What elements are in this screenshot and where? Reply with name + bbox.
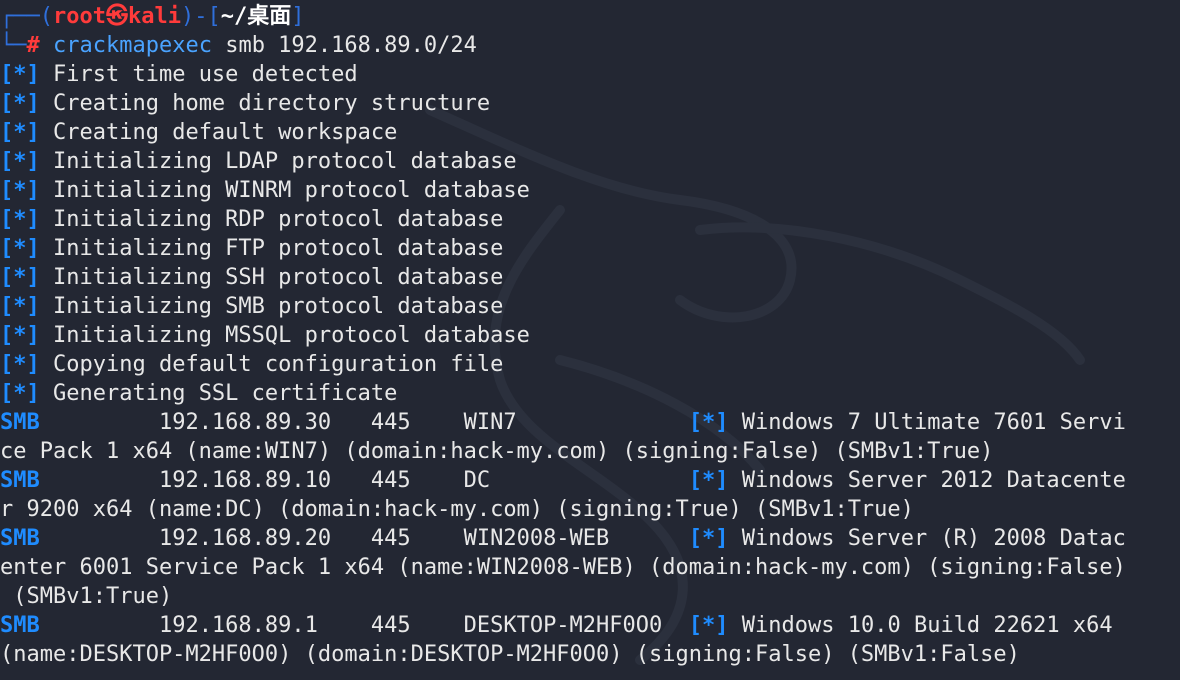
smb-os-info: Windows 7 Ultimate 7601 Servi bbox=[728, 410, 1126, 435]
info-line: [*] Initializing FTP protocol database bbox=[0, 234, 1180, 263]
prompt-at-icon: ㉿ bbox=[105, 4, 128, 29]
info-text: Copying default configuration file bbox=[39, 352, 504, 377]
smb-os-info: Windows Server 2012 Datacente bbox=[728, 468, 1126, 493]
smb-protocol-label: SMB bbox=[0, 410, 40, 435]
prompt-path: ~/桌面 bbox=[220, 4, 292, 29]
smb-host-info: 192.168.89.20 445 WIN2008-WEB bbox=[39, 526, 689, 551]
smb-result-line: SMB 192.168.89.30 445 WIN7 [*] Windows 7… bbox=[0, 408, 1180, 437]
prompt-separator: -[ bbox=[194, 4, 221, 29]
info-text: First time use detected bbox=[39, 62, 358, 87]
info-text: Initializing MSSQL protocol database bbox=[39, 323, 530, 348]
smb-os-info: Windows 10.0 Build 22621 x64 bbox=[728, 613, 1113, 638]
info-line: [*] Creating home directory structure bbox=[0, 89, 1180, 118]
smb-result-wrap: enter 6001 Service Pack 1 x64 (name:WIN2… bbox=[0, 553, 1180, 582]
smb-details: ce Pack 1 x64 (name:WIN7) (domain:hack-m… bbox=[0, 439, 994, 464]
info-marker: [*] bbox=[0, 352, 40, 377]
prompt-corner-top: ┌── bbox=[0, 4, 40, 29]
smb-info-marker: [*] bbox=[688, 410, 729, 435]
info-marker: [*] bbox=[0, 381, 40, 406]
smb-info-marker: [*] bbox=[688, 468, 729, 493]
info-marker: [*] bbox=[0, 265, 40, 290]
info-line: [*] Initializing SSH protocol database bbox=[0, 263, 1180, 292]
smb-details: enter 6001 Service Pack 1 x64 (name:WIN2… bbox=[0, 555, 1126, 580]
smb-info-marker: [*] bbox=[688, 526, 729, 551]
smb-host-info: 192.168.89.30 445 WIN7 bbox=[39, 410, 689, 435]
info-marker: [*] bbox=[0, 236, 40, 261]
info-text: Generating SSL certificate bbox=[39, 381, 398, 406]
info-marker: [*] bbox=[0, 207, 40, 232]
prompt-path-close: ] bbox=[291, 4, 305, 29]
smb-result-line: SMB 192.168.89.20 445 WIN2008-WEB [*] Wi… bbox=[0, 524, 1180, 553]
info-marker: [*] bbox=[0, 294, 40, 319]
smb-host-info: 192.168.89.1 445 DESKTOP-M2HF0O0 bbox=[39, 613, 689, 638]
smb-protocol-label: SMB bbox=[0, 468, 40, 493]
info-text: Initializing LDAP protocol database bbox=[39, 149, 517, 174]
info-text: Initializing WINRM protocol database bbox=[39, 178, 530, 203]
smb-host-info: 192.168.89.10 445 DC bbox=[39, 468, 689, 493]
prompt-hash: # bbox=[26, 33, 40, 58]
info-marker: [*] bbox=[0, 91, 40, 116]
info-marker: [*] bbox=[0, 62, 40, 87]
terminal-output[interactable]: ┌──(root㉿kali)-[~/桌面] └─# crackmapexec sm… bbox=[0, 2, 1180, 669]
smb-result-line: SMB 192.168.89.1 445 DESKTOP-M2HF0O0 [*]… bbox=[0, 611, 1180, 640]
info-line: [*] Initializing SMB protocol database bbox=[0, 292, 1180, 321]
smb-details: (name:DESKTOP-M2HF0O0) (domain:DESKTOP-M… bbox=[0, 642, 1020, 667]
command-program: crackmapexec bbox=[53, 33, 212, 58]
command-line: └─# crackmapexec smb 192.168.89.0/24 bbox=[0, 31, 1180, 60]
info-text: Creating default workspace bbox=[39, 120, 398, 145]
info-text: Initializing SSH protocol database bbox=[39, 265, 504, 290]
info-line: [*] Copying default configuration file bbox=[0, 350, 1180, 379]
smb-result-wrap: (SMBv1:True) bbox=[0, 582, 1180, 611]
info-line: [*] Initializing WINRM protocol database bbox=[0, 176, 1180, 205]
info-line: [*] First time use detected bbox=[0, 60, 1180, 89]
command-space bbox=[40, 33, 53, 58]
smb-info-marker: [*] bbox=[688, 613, 729, 638]
prompt-open-paren: ( bbox=[39, 4, 53, 29]
info-line: [*] Initializing RDP protocol database bbox=[0, 205, 1180, 234]
prompt-user: root bbox=[53, 4, 106, 29]
info-text: Initializing RDP protocol database bbox=[39, 207, 504, 232]
smb-protocol-label: SMB bbox=[0, 526, 40, 551]
smb-protocol-label: SMB bbox=[0, 613, 40, 638]
info-marker: [*] bbox=[0, 178, 40, 203]
prompt-line: ┌──(root㉿kali)-[~/桌面] bbox=[0, 2, 1180, 31]
prompt-close-paren: ) bbox=[180, 4, 195, 29]
prompt-corner-bottom: └─ bbox=[0, 33, 27, 58]
smb-result-wrap: (name:DESKTOP-M2HF0O0) (domain:DESKTOP-M… bbox=[0, 640, 1180, 669]
info-text: Creating home directory structure bbox=[39, 91, 491, 116]
smb-os-info: Windows Server (R) 2008 Datac bbox=[728, 526, 1126, 551]
info-line: [*] Creating default workspace bbox=[0, 118, 1180, 147]
info-text: Initializing SMB protocol database bbox=[39, 294, 504, 319]
command-args: smb 192.168.89.0/24 bbox=[211, 33, 477, 58]
smb-details: (SMBv1:True) bbox=[0, 584, 173, 609]
info-marker: [*] bbox=[0, 149, 40, 174]
info-line: [*] Initializing MSSQL protocol database bbox=[0, 321, 1180, 350]
smb-result-wrap: r 9200 x64 (name:DC) (domain:hack-my.com… bbox=[0, 495, 1180, 524]
info-marker: [*] bbox=[0, 323, 40, 348]
smb-result-wrap: ce Pack 1 x64 (name:WIN7) (domain:hack-m… bbox=[0, 437, 1180, 466]
info-marker: [*] bbox=[0, 120, 40, 145]
smb-details: r 9200 x64 (name:DC) (domain:hack-my.com… bbox=[0, 497, 914, 522]
smb-result-line: SMB 192.168.89.10 445 DC [*] Windows Ser… bbox=[0, 466, 1180, 495]
prompt-host: kali bbox=[128, 4, 181, 29]
info-line: [*] Generating SSL certificate bbox=[0, 379, 1180, 408]
info-text: Initializing FTP protocol database bbox=[39, 236, 504, 261]
info-line: [*] Initializing LDAP protocol database bbox=[0, 147, 1180, 176]
